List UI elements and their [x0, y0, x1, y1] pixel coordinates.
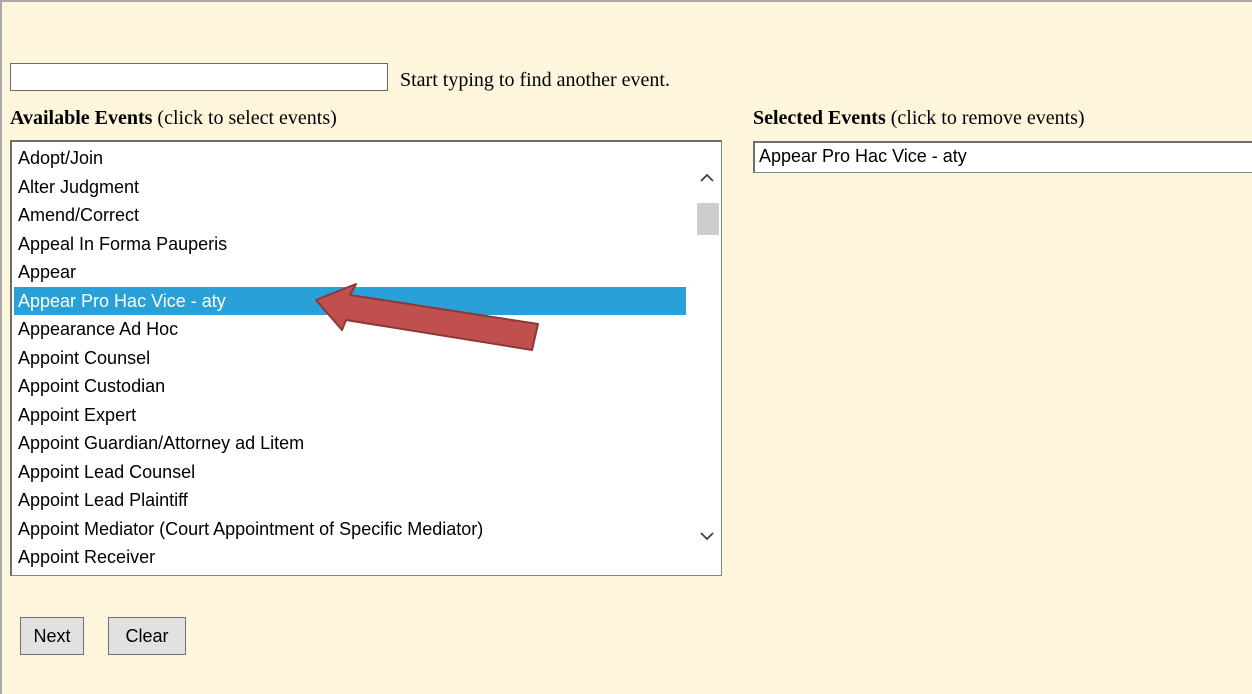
available-event-option[interactable]: Appoint Lead Counsel — [14, 458, 686, 487]
available-events-items: Adopt/Join Alter Judgment Amend/Correct App… — [14, 144, 721, 572]
available-events-label: Available Events (click to select events… — [10, 107, 337, 130]
selected-events-items: Appear Pro Hac Vice - aty — [755, 143, 1252, 169]
search-hint-text: Start typing to find another event. — [400, 69, 670, 91]
available-event-option[interactable]: Appear Pro Hac Vice - aty — [14, 286, 686, 315]
available-events-title: Available Events — [10, 107, 153, 129]
next-button[interactable]: Next — [20, 617, 84, 655]
available-event-option[interactable]: Appoint Custodian — [14, 372, 686, 401]
chevron-up-icon[interactable] — [697, 168, 717, 188]
selected-events-title: Selected Events — [753, 107, 886, 129]
available-event-option[interactable]: Appoint Guardian/Attorney ad Litem — [14, 429, 686, 458]
available-event-option[interactable]: Appear — [14, 258, 686, 287]
available-events-list[interactable]: Adopt/Join Alter Judgment Amend/Correct App… — [10, 140, 722, 576]
selected-events-note: (click to remove events) — [885, 107, 1085, 129]
available-events-note: (click to select events) — [152, 107, 337, 129]
clear-button[interactable]: Clear — [108, 617, 186, 655]
selected-events-list[interactable]: Appear Pro Hac Vice - aty — [753, 141, 1252, 173]
available-event-option[interactable]: Appoint Counsel — [14, 344, 686, 373]
available-event-option[interactable]: Appoint Receiver — [14, 543, 686, 572]
available-event-option[interactable]: Adopt/Join — [14, 144, 686, 173]
scrollbar-thumb[interactable] — [697, 203, 719, 235]
window-top-border — [0, 0, 1252, 2]
available-events-scrollbar[interactable] — [693, 142, 721, 575]
available-event-option[interactable]: Appoint Expert — [14, 401, 686, 430]
window-left-border — [0, 0, 2, 694]
available-event-option[interactable]: Appoint Lead Plaintiff — [14, 486, 686, 515]
selected-event-option[interactable]: Appear Pro Hac Vice - aty — [755, 143, 1252, 169]
available-event-option[interactable]: Appeal In Forma Pauperis — [14, 230, 686, 259]
event-search-input[interactable] — [10, 63, 388, 91]
selected-events-label: Selected Events (click to remove events) — [753, 107, 1085, 130]
available-event-option[interactable]: Alter Judgment — [14, 173, 686, 202]
available-event-option[interactable]: Appearance Ad Hoc — [14, 315, 686, 344]
available-event-option[interactable]: Appoint Mediator (Court Appointment of S… — [14, 515, 686, 544]
available-event-option[interactable]: Amend/Correct — [14, 201, 686, 230]
chevron-down-icon[interactable] — [697, 526, 717, 546]
